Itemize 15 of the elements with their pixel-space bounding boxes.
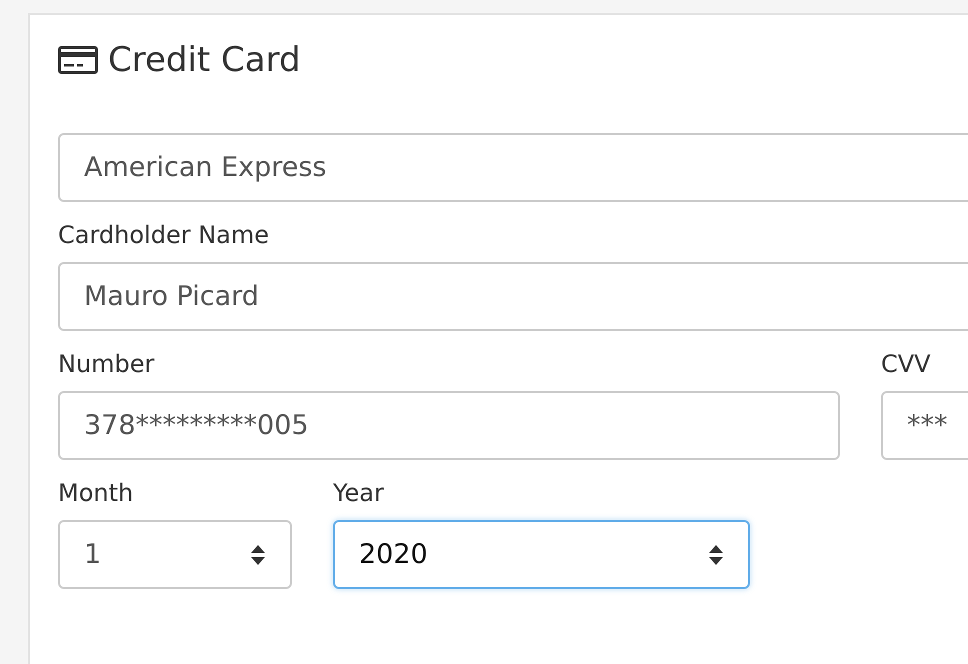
- field-label: Month: [58, 478, 134, 508]
- number-input[interactable]: 378*********005: [58, 391, 840, 460]
- field-label: Number: [58, 349, 156, 379]
- panel-title: Credit Card: [108, 40, 301, 80]
- year-select[interactable]: 2020: [333, 520, 750, 589]
- field-label: Year: [333, 478, 385, 508]
- credit-card-icon: [58, 46, 98, 74]
- field-label: Cardholder Name: [58, 220, 270, 250]
- sort-icon: [708, 542, 724, 566]
- field-label: CVV: [881, 349, 932, 379]
- name-input[interactable]: Mauro Picard: [58, 262, 968, 331]
- month-select[interactable]: 1: [58, 520, 292, 589]
- sort-icon: [250, 542, 266, 566]
- card-type-select[interactable]: American Express: [58, 133, 968, 202]
- cvv-input[interactable]: ***: [881, 391, 968, 460]
